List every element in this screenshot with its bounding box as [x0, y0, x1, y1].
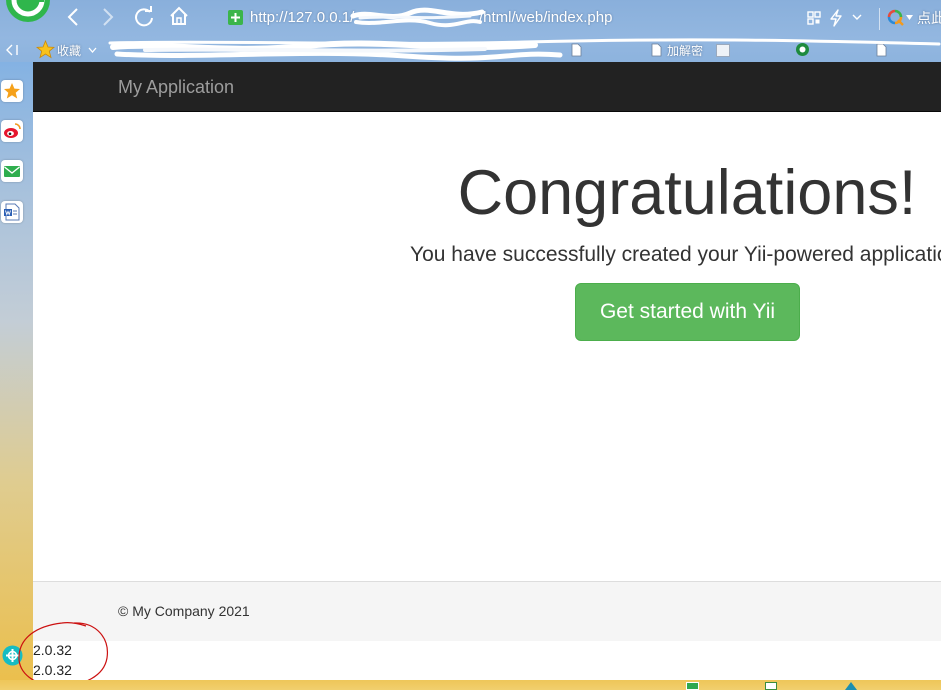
bookmark-star-icon[interactable] — [36, 40, 55, 59]
toolbar-divider — [879, 8, 880, 30]
sidebar-weibo-button[interactable] — [1, 120, 23, 142]
jumbotron-heading: Congratulations! — [457, 158, 917, 228]
bookmarks-redaction-scribble — [108, 38, 941, 61]
annotation-circle — [18, 622, 108, 687]
favorites-star-icon — [4, 83, 20, 99]
back-arrow-icon[interactable] — [64, 6, 82, 28]
search-hint[interactable]: 点此 — [917, 7, 941, 31]
sidebar-favorites-button[interactable] — [1, 80, 23, 102]
sidebar-mail-button[interactable] — [1, 160, 23, 182]
home-icon[interactable] — [168, 5, 190, 27]
document-icon — [4, 203, 20, 221]
url-suffix: /html/web/index.php — [479, 9, 613, 26]
secure-site-icon — [228, 10, 243, 25]
get-started-button-label: Get started with Yii — [599, 300, 776, 323]
navbar-brand-link[interactable]: My Application — [118, 62, 234, 112]
get-started-button[interactable]: Get started with Yii — [575, 283, 800, 341]
jumbotron-lead: You have successfully created your Yii-p… — [410, 243, 941, 266]
forward-arrow-icon[interactable] — [99, 6, 117, 28]
sidebar-document-button[interactable] — [1, 201, 23, 223]
bookmarks-label[interactable]: 收藏 — [57, 42, 81, 60]
browser-status-bar — [0, 680, 941, 690]
search-engine-caret-icon[interactable] — [906, 15, 913, 20]
qr-code-icon[interactable] — [807, 11, 821, 25]
mail-icon — [4, 166, 20, 177]
sidebar-toggle-icon[interactable] — [5, 44, 19, 56]
url-prefix: http://127.0.0.1/ — [250, 9, 355, 26]
status-download-icon[interactable] — [765, 682, 777, 690]
bookmarks-chevron-icon[interactable] — [88, 47, 97, 54]
browser-logo-icon[interactable] — [0, 0, 52, 24]
chevron-down-icon[interactable] — [852, 13, 862, 21]
refresh-icon[interactable] — [133, 5, 155, 27]
search-engine-icon[interactable] — [887, 9, 904, 26]
browser-sidebar — [0, 62, 33, 680]
address-bar[interactable]: http://127.0.0.1/ /html/web/index.php — [218, 3, 798, 35]
lightning-icon[interactable] — [829, 9, 843, 27]
footer-copyright: © My Company 2021 — [118, 603, 250, 619]
status-app-icon[interactable] — [686, 682, 699, 690]
search-hint-label: 点此 — [917, 11, 941, 27]
weibo-icon — [4, 123, 21, 138]
status-site-icon[interactable] — [845, 682, 857, 690]
url-redaction-scribble — [350, 7, 485, 28]
